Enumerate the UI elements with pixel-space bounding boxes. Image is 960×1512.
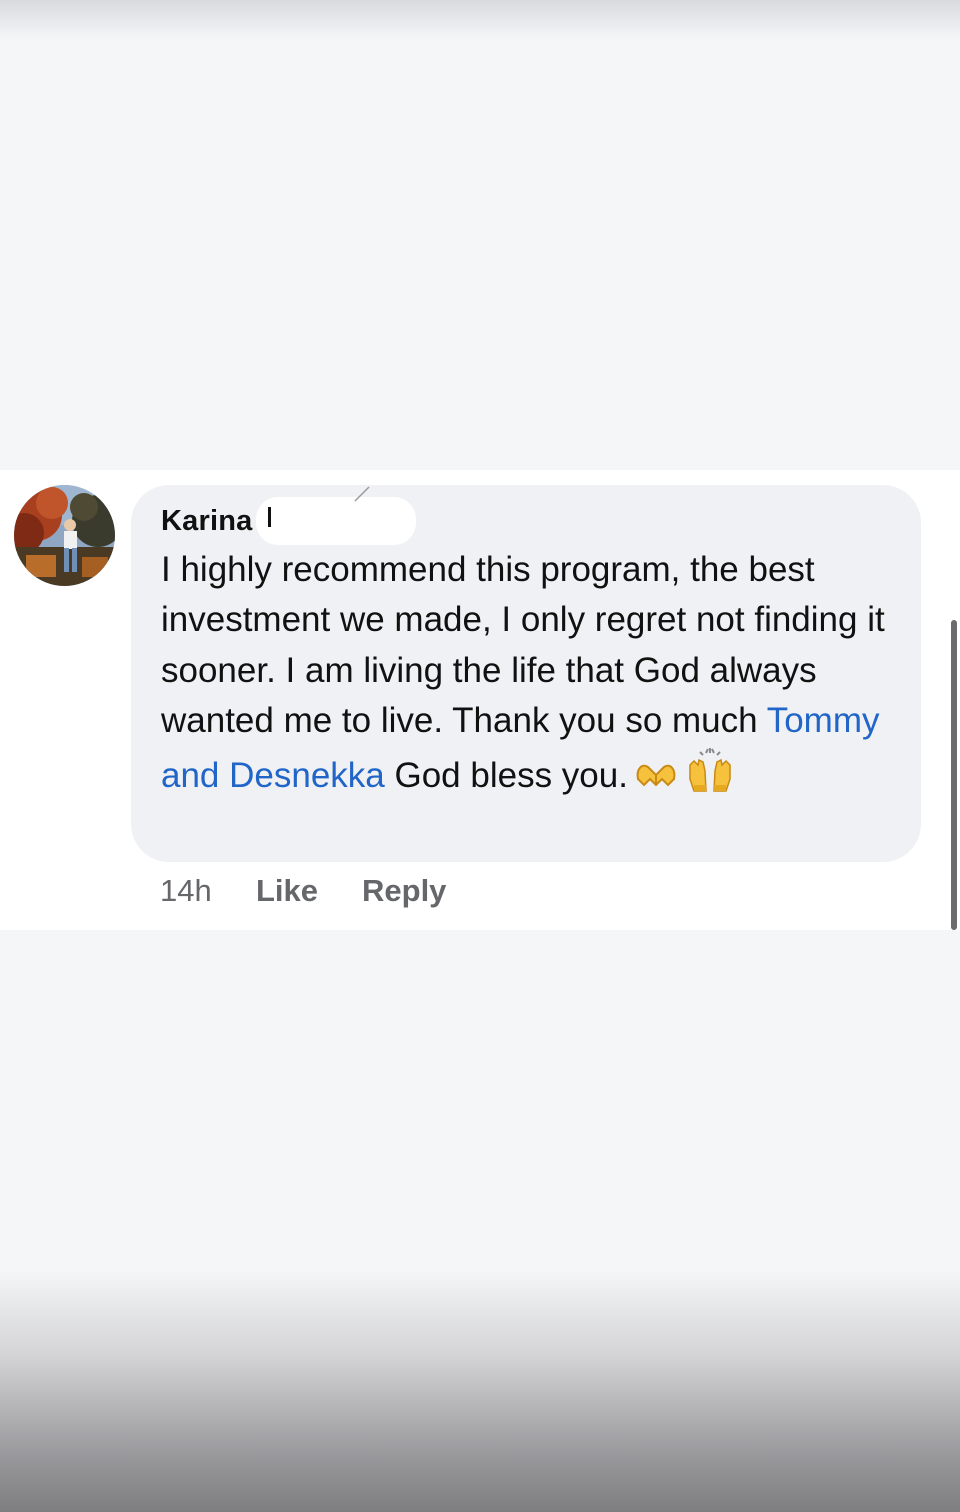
- redaction-tick: [268, 507, 271, 527]
- top-fade: [0, 0, 960, 40]
- raising-hands-icon: [684, 747, 736, 807]
- like-button[interactable]: Like: [256, 873, 318, 909]
- redaction-mark: [256, 497, 416, 545]
- avatar-photo: [14, 485, 115, 586]
- comment-bubble: Karina I highly recommend this program, …: [131, 485, 921, 862]
- comment-text: I highly recommend this program, the bes…: [161, 545, 906, 807]
- reply-button[interactable]: Reply: [362, 873, 446, 909]
- avatar[interactable]: [14, 485, 115, 586]
- author-name[interactable]: Karina: [161, 505, 252, 538]
- bottom-fade: [0, 1270, 960, 1512]
- comment-text-end: God bless you.: [384, 755, 628, 795]
- scrollbar[interactable]: [951, 620, 957, 930]
- heart-hands-icon: [634, 757, 678, 807]
- comment-row: Karina I highly recommend this program, …: [0, 470, 960, 930]
- pen-stroke: [354, 486, 370, 502]
- comment-timestamp[interactable]: 14h: [160, 873, 212, 909]
